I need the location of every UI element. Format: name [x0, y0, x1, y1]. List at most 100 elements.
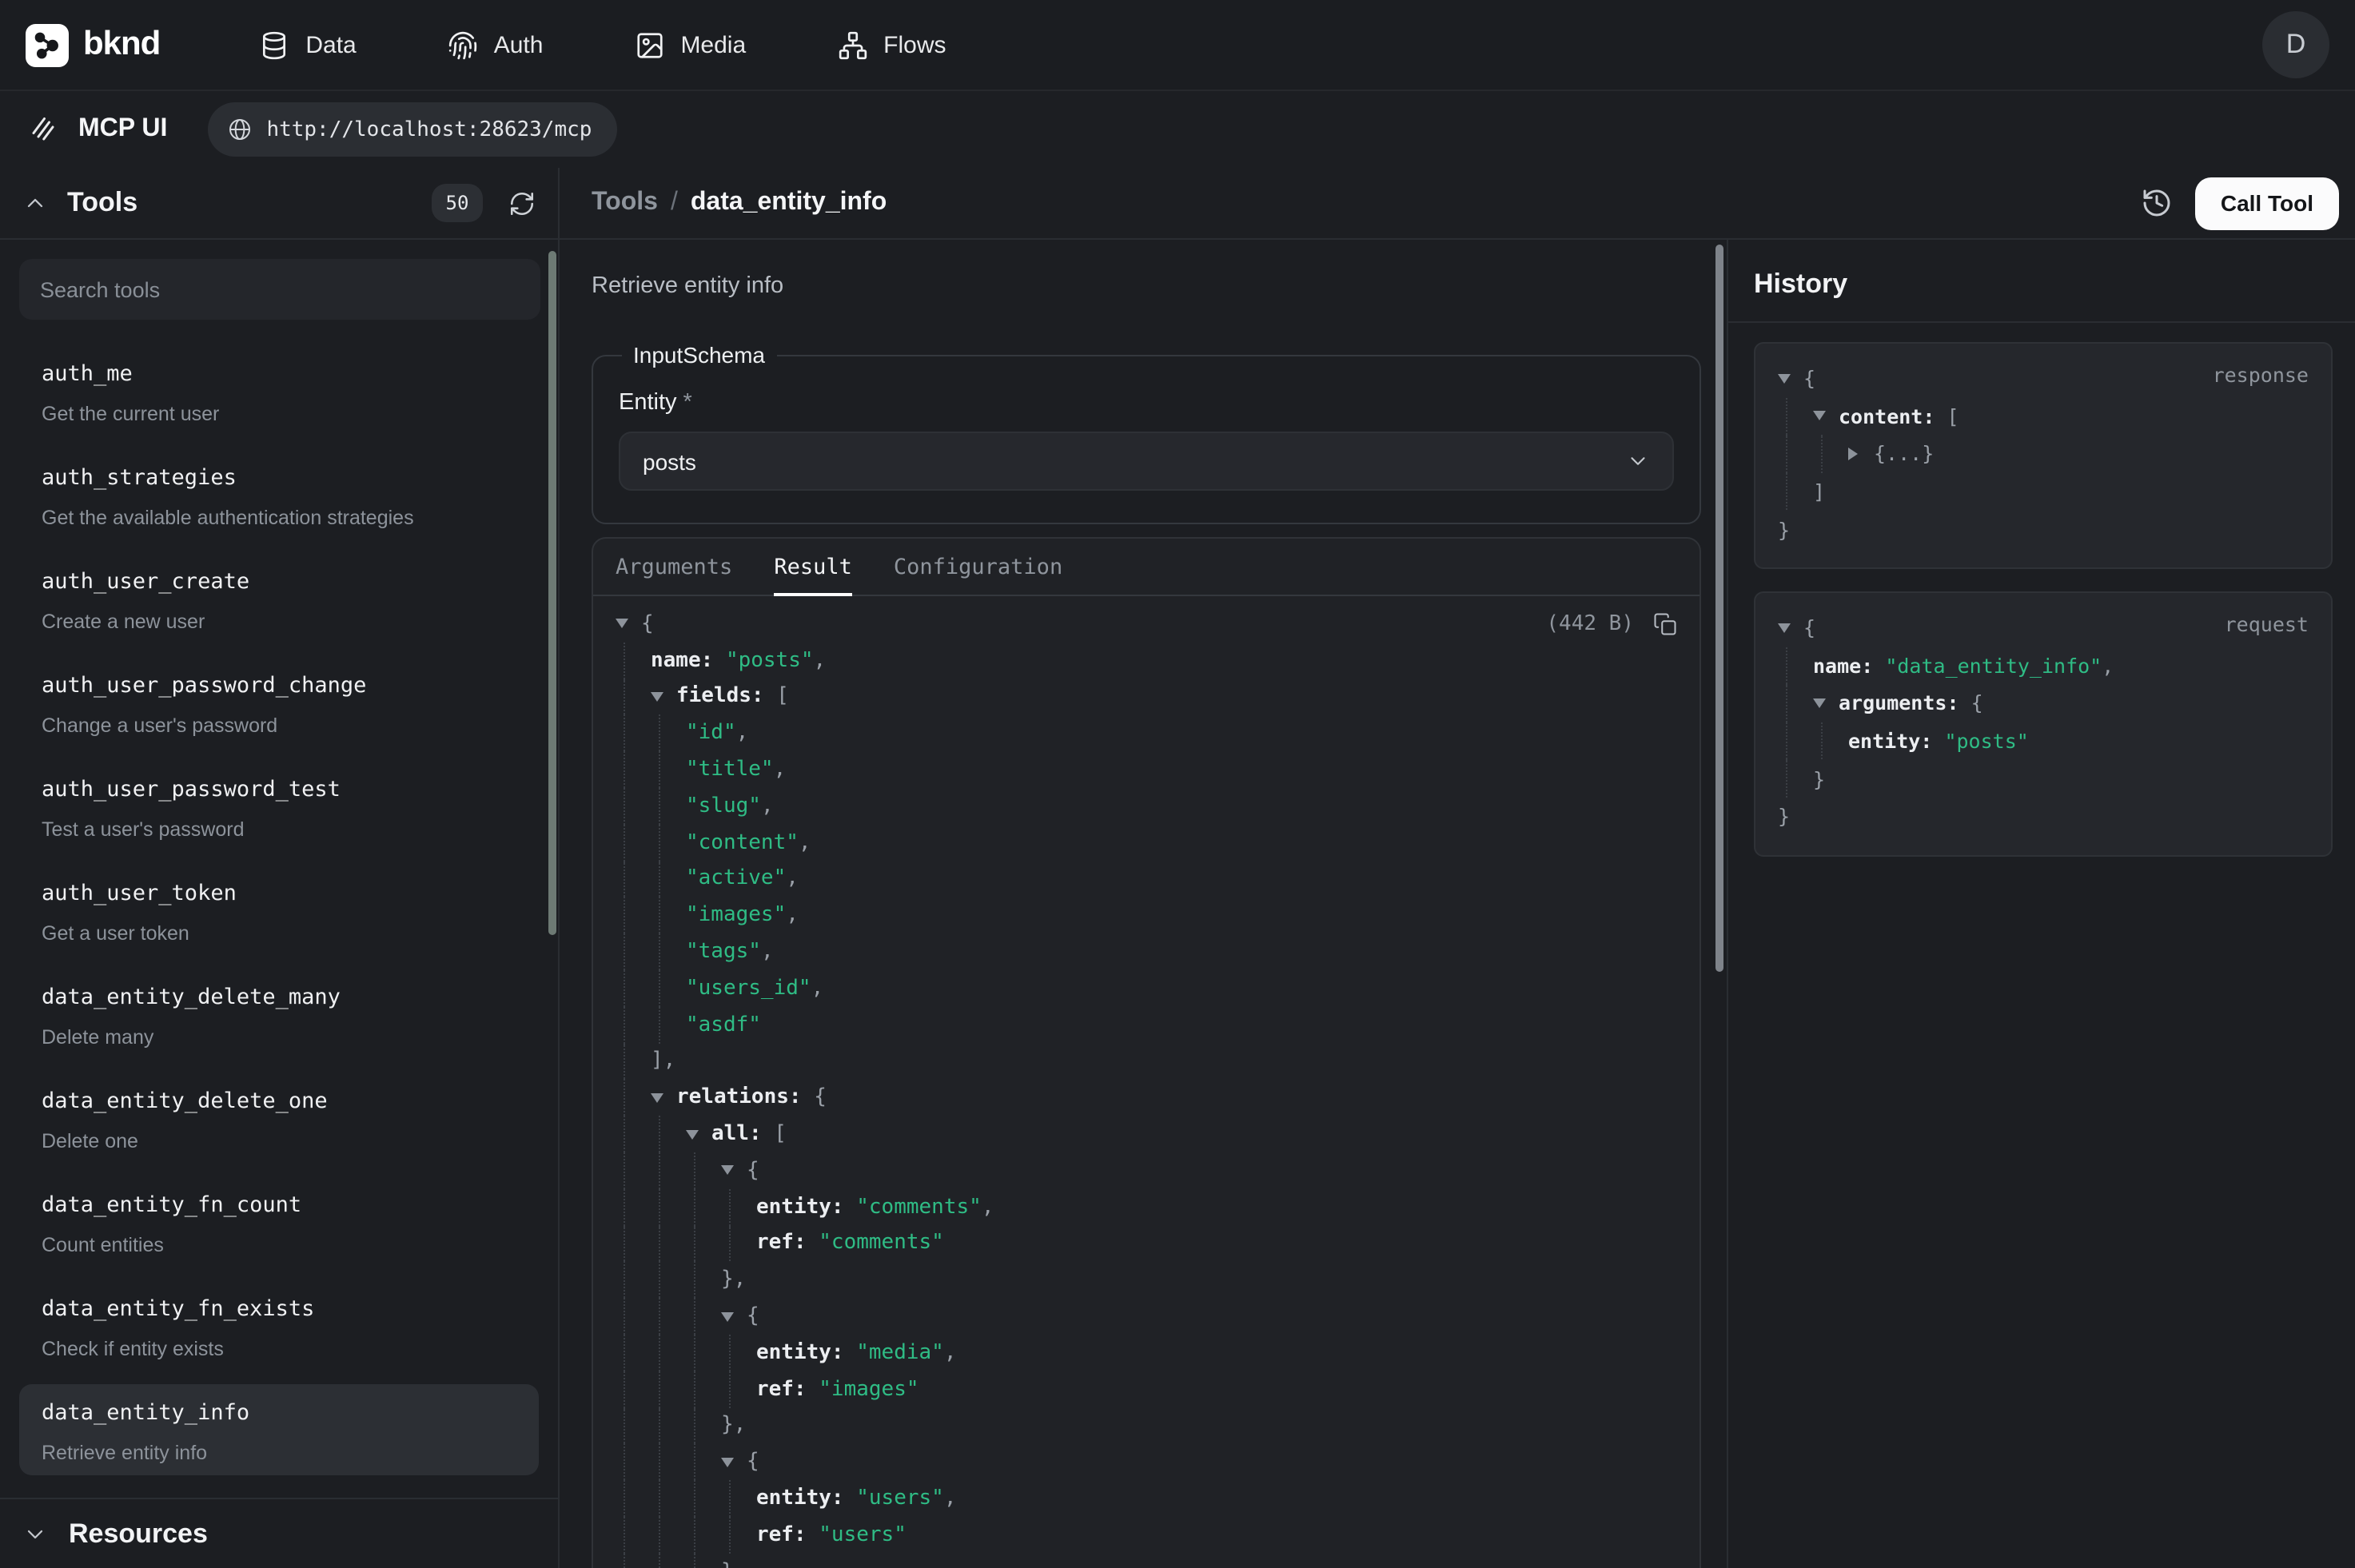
tool-item-data_entity_delete_one[interactable]: data_entity_delete_oneDelete one: [19, 1073, 539, 1164]
tab-result[interactable]: Result: [774, 539, 852, 595]
input-schema-fieldset: InputSchema Entity* posts: [592, 342, 1701, 524]
main-scrollbar[interactable]: [1715, 245, 1723, 972]
tab-arguments[interactable]: Arguments: [616, 539, 732, 595]
tool-item-data_entity_delete_many[interactable]: data_entity_delete_manyDelete many: [19, 969, 539, 1060]
tool-item-data_entity_fn_exists[interactable]: data_entity_fn_existsCheck if entity exi…: [19, 1280, 539, 1371]
mcp-url-chip[interactable]: http://localhost:28623/mcp: [207, 102, 617, 157]
tool-desc: Delete one: [42, 1130, 516, 1154]
indent-guide: [721, 1335, 756, 1371]
entity-field-label: Entity*: [619, 390, 1674, 416]
collapse-triangle-icon[interactable]: [1813, 412, 1839, 421]
expand-triangle-icon[interactable]: [1848, 448, 1874, 460]
tool-item-auth_strategies[interactable]: auth_strategiesGet the available authent…: [19, 449, 539, 540]
nav-item-flows[interactable]: Flows: [837, 30, 946, 60]
copy-icon[interactable]: [1653, 612, 1677, 636]
json-row: "content",: [616, 825, 1677, 862]
tool-item-auth_user_password_change[interactable]: auth_user_password_changeChange a user's…: [19, 657, 539, 748]
tool-item-auth_user_password_test[interactable]: auth_user_password_testTest a user's pas…: [19, 761, 539, 852]
indent-guide: [1778, 435, 1813, 472]
indent-guide: [686, 1407, 721, 1444]
history-icon[interactable]: [2141, 187, 2173, 219]
history-panel: History response{content: [{...}]}reques…: [1727, 240, 2355, 1568]
indent-guide: [721, 1371, 756, 1407]
collapse-triangle-icon[interactable]: [686, 1129, 711, 1139]
user-avatar[interactable]: D: [2262, 11, 2329, 78]
collapse-triangle-icon[interactable]: [721, 1166, 747, 1176]
resources-title: Resources: [69, 1518, 208, 1550]
required-mark: *: [683, 390, 692, 416]
tool-item-data_entity_info[interactable]: data_entity_info Retrieve entity info: [19, 1384, 539, 1475]
breadcrumb-section[interactable]: Tools: [592, 189, 658, 217]
collapse-triangle-icon[interactable]: [616, 619, 641, 629]
tool-name: auth_me: [42, 361, 516, 387]
indent-guide: [616, 1043, 651, 1080]
collapse-triangle-icon[interactable]: [721, 1457, 747, 1467]
tool-desc: Retrieve entity info: [42, 1442, 516, 1466]
indent-guide: [651, 1517, 686, 1554]
json-row: "title",: [616, 751, 1677, 788]
result-size: (442 B): [1546, 612, 1634, 636]
indent-guide: [651, 751, 686, 788]
tool-item-auth_user_token[interactable]: auth_user_tokenGet a user token: [19, 865, 539, 956]
indent-guide: [616, 1407, 651, 1444]
indent-guide: [651, 1152, 686, 1189]
indent-guide: [651, 788, 686, 825]
indent-guide: [616, 825, 651, 862]
tool-name: auth_user_create: [42, 569, 516, 595]
indent-guide: [616, 1189, 651, 1226]
image-icon: [634, 30, 664, 60]
resources-section-header[interactable]: Resources: [0, 1498, 558, 1568]
database-icon: [259, 30, 289, 60]
indent-guide: [616, 1116, 651, 1152]
indent-guide: [1813, 435, 1848, 472]
json-row: {...}: [1778, 435, 2309, 472]
history-card-request[interactable]: request{name: "data_entity_info",argumen…: [1754, 591, 2333, 856]
workflow-icon: [837, 30, 867, 60]
tool-item-data_entity_fn_count[interactable]: data_entity_fn_countCount entities: [19, 1176, 539, 1268]
indent-guide: [651, 1007, 686, 1044]
indent-guide: [686, 1298, 721, 1335]
tool-item-auth_me[interactable]: auth_meGet the current user: [19, 345, 539, 436]
tool-name: data_entity_fn_count: [42, 1192, 516, 1218]
json-row: "id",: [616, 715, 1677, 752]
nav-item-media[interactable]: Media: [634, 30, 746, 60]
json-row: ref: "images": [616, 1371, 1677, 1407]
tab-configuration[interactable]: Configuration: [894, 539, 1062, 595]
brand-logo[interactable]: bknd: [26, 23, 160, 66]
history-card-response[interactable]: response{content: [{...}]}: [1754, 342, 2333, 569]
tabs: Arguments Result Configuration: [593, 539, 1700, 596]
tool-name: data_entity_delete_many: [42, 985, 516, 1010]
json-row: "slug",: [616, 788, 1677, 825]
collapse-triangle-icon[interactable]: [721, 1311, 747, 1321]
json-row: }: [1778, 798, 2309, 835]
indent-guide: [651, 715, 686, 752]
indent-guide: [651, 1298, 686, 1335]
top-nav: bknd Data Auth Media Flows D: [0, 0, 2355, 91]
chevron-up-icon[interactable]: [22, 190, 48, 216]
collapse-triangle-icon[interactable]: [1813, 698, 1839, 708]
indent-guide: [721, 1480, 756, 1517]
indent-guide: [616, 1298, 651, 1335]
tool-name: data_entity_info: [42, 1400, 516, 1426]
nav-item-auth[interactable]: Auth: [448, 30, 544, 60]
refresh-icon[interactable]: [508, 189, 536, 217]
indent-guide: [616, 933, 651, 970]
collapse-triangle-icon[interactable]: [651, 692, 676, 702]
json-row: name: "posts",: [616, 643, 1677, 679]
collapse-triangle-icon[interactable]: [1778, 623, 1803, 633]
indent-guide: [686, 1371, 721, 1407]
indent-guide: [616, 1262, 651, 1299]
call-tool-button[interactable]: Call Tool: [2195, 177, 2339, 229]
json-row: arguments: {: [1778, 684, 2309, 722]
tool-item-auth_user_create[interactable]: auth_user_createCreate a new user: [19, 553, 539, 644]
entity-select[interactable]: posts: [619, 432, 1674, 491]
nav-item-data[interactable]: Data: [259, 30, 356, 60]
search-input[interactable]: [19, 259, 540, 320]
chevron-down-icon: [22, 1521, 48, 1546]
tool-name: auth_user_password_change: [42, 673, 516, 698]
sidebar-scrollbar[interactable]: [548, 251, 556, 935]
indent-guide: [721, 1189, 756, 1226]
collapse-triangle-icon[interactable]: [1778, 374, 1803, 384]
collapse-triangle-icon[interactable]: [651, 1093, 676, 1103]
indent-guide: [1778, 647, 1813, 684]
